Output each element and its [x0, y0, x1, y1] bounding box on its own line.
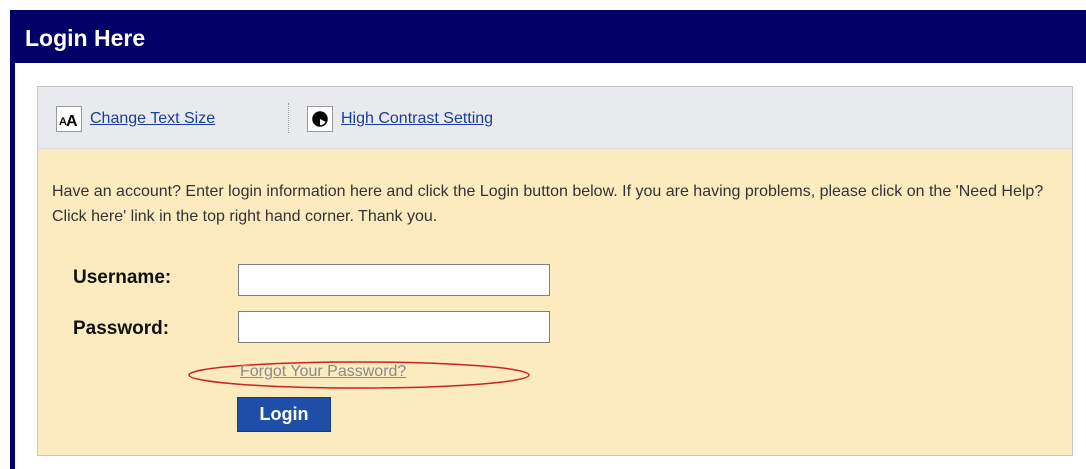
change-text-size-link[interactable]: Change Text Size	[90, 110, 215, 128]
login-panel: A A Change Text Size High Contrast Setti…	[37, 86, 1073, 456]
high-contrast-tool[interactable]: High Contrast Setting	[307, 106, 493, 132]
login-window: Login Here A A Change Text Size High Con…	[10, 10, 1086, 469]
forgot-password-link[interactable]: Forgot Your Password?	[240, 363, 406, 381]
login-button[interactable]: Login	[237, 397, 331, 432]
toolbar-divider	[288, 103, 290, 133]
username-label: Username:	[73, 267, 172, 288]
username-input[interactable]	[238, 264, 550, 296]
text-size-icon[interactable]: A A	[56, 106, 82, 132]
forgot-password-area: Forgot Your Password?	[186, 359, 532, 391]
change-text-size-tool[interactable]: A A Change Text Size	[56, 106, 215, 132]
password-input[interactable]	[238, 311, 550, 343]
high-contrast-link[interactable]: High Contrast Setting	[341, 110, 493, 128]
login-instructions: Have an account? Enter login information…	[52, 183, 1044, 225]
page-title: Login Here	[15, 10, 1086, 63]
password-label: Password:	[73, 318, 170, 339]
accessibility-toolbar: A A Change Text Size High Contrast Setti…	[38, 87, 1072, 149]
svg-text:A: A	[66, 113, 78, 129]
contrast-icon[interactable]	[307, 106, 333, 132]
